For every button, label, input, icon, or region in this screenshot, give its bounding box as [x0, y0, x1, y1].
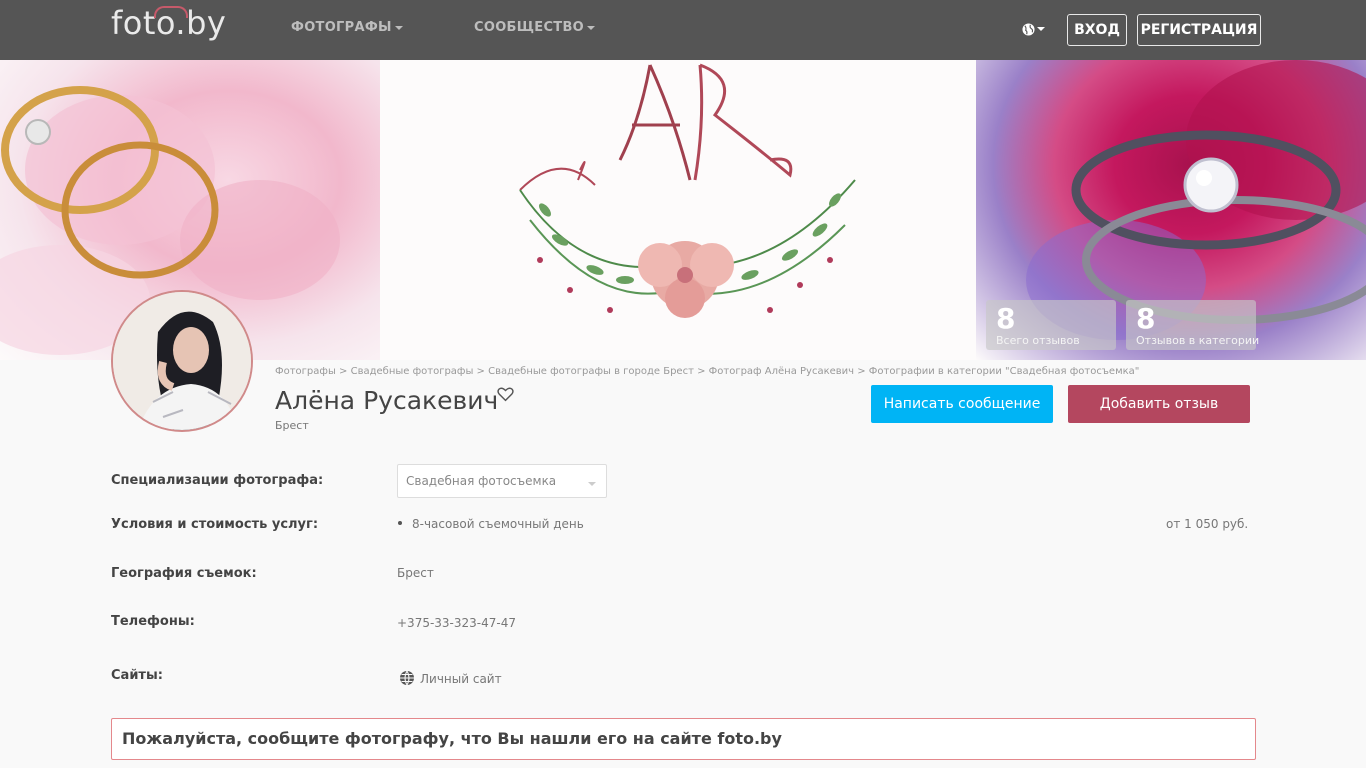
- bullet-icon: [398, 521, 402, 525]
- monogram-logo: [519, 63, 856, 318]
- favorite-heart-icon[interactable]: [497, 386, 514, 402]
- specialization-select[interactable]: Свадебная фотосъемка: [397, 464, 607, 498]
- write-message-button[interactable]: Написать сообщение: [871, 385, 1053, 423]
- site-logo[interactable]: foto.by: [111, 4, 226, 42]
- stat-category-label: Отзывов в категории: [1136, 334, 1260, 347]
- avatar[interactable]: [111, 290, 253, 432]
- nav-community[interactable]: СООБЩЕСТВО: [474, 20, 596, 35]
- nav-photographers[interactable]: ФОТОГРАФЫ: [291, 20, 403, 35]
- stat-total-reviews: 8 Всего отзывов: [986, 300, 1116, 350]
- register-button[interactable]: РЕГИСТРАЦИЯ: [1137, 14, 1261, 46]
- page-title: Алёна Русакевич: [275, 386, 499, 415]
- nav-community-label: СООБЩЕСТВО: [474, 20, 585, 35]
- specialization-select-value: Свадебная фотосъемка: [406, 474, 557, 488]
- stat-category-value: 8: [1136, 302, 1156, 335]
- geography-value: Брест: [397, 566, 434, 580]
- services-label: Условия и стоимость услуг:: [111, 517, 319, 532]
- nav-photographers-label: ФОТОГРАФЫ: [291, 20, 392, 35]
- phones-label: Телефоны:: [111, 614, 195, 629]
- login-button[interactable]: ВХОД: [1067, 14, 1127, 46]
- chevron-down-icon: [588, 482, 596, 486]
- profile-city: Брест: [275, 419, 309, 432]
- service-name: 8-часовой съемочный день: [412, 517, 584, 531]
- caret-down-icon: [587, 25, 596, 30]
- specializations-label: Специализации фотографа:: [111, 473, 324, 488]
- language-selector[interactable]: [1022, 21, 1045, 37]
- sites-label: Сайты:: [111, 668, 163, 683]
- avatar-photo: [113, 292, 251, 430]
- caret-down-icon: [394, 25, 403, 30]
- breadcrumb[interactable]: Фотографы > Свадебные фотографы > Свадеб…: [275, 366, 1139, 377]
- globe-icon: [1022, 22, 1035, 36]
- geography-label: География съемок:: [111, 566, 257, 581]
- logo-roof-icon: [154, 6, 188, 18]
- personal-site-link[interactable]: Личный сайт: [420, 672, 502, 686]
- globe-icon: [400, 670, 414, 686]
- service-price: от 1 050 руб.: [1166, 517, 1249, 531]
- stat-category-reviews: 8 Отзывов в категории: [1126, 300, 1260, 350]
- notice-banner: Пожалуйста, сообщите фотографу, что Вы н…: [111, 718, 1256, 760]
- caret-down-icon: [1037, 27, 1045, 31]
- stat-total-value: 8: [996, 302, 1016, 335]
- add-review-button[interactable]: Добавить отзыв: [1068, 385, 1250, 423]
- phone-value[interactable]: +375-33-323-47-47: [397, 616, 516, 630]
- stat-total-label: Всего отзывов: [996, 334, 1080, 347]
- top-navbar: foto.by ФОТОГРАФЫ СООБЩЕСТВО ВХОД РЕГИСТ…: [0, 0, 1366, 60]
